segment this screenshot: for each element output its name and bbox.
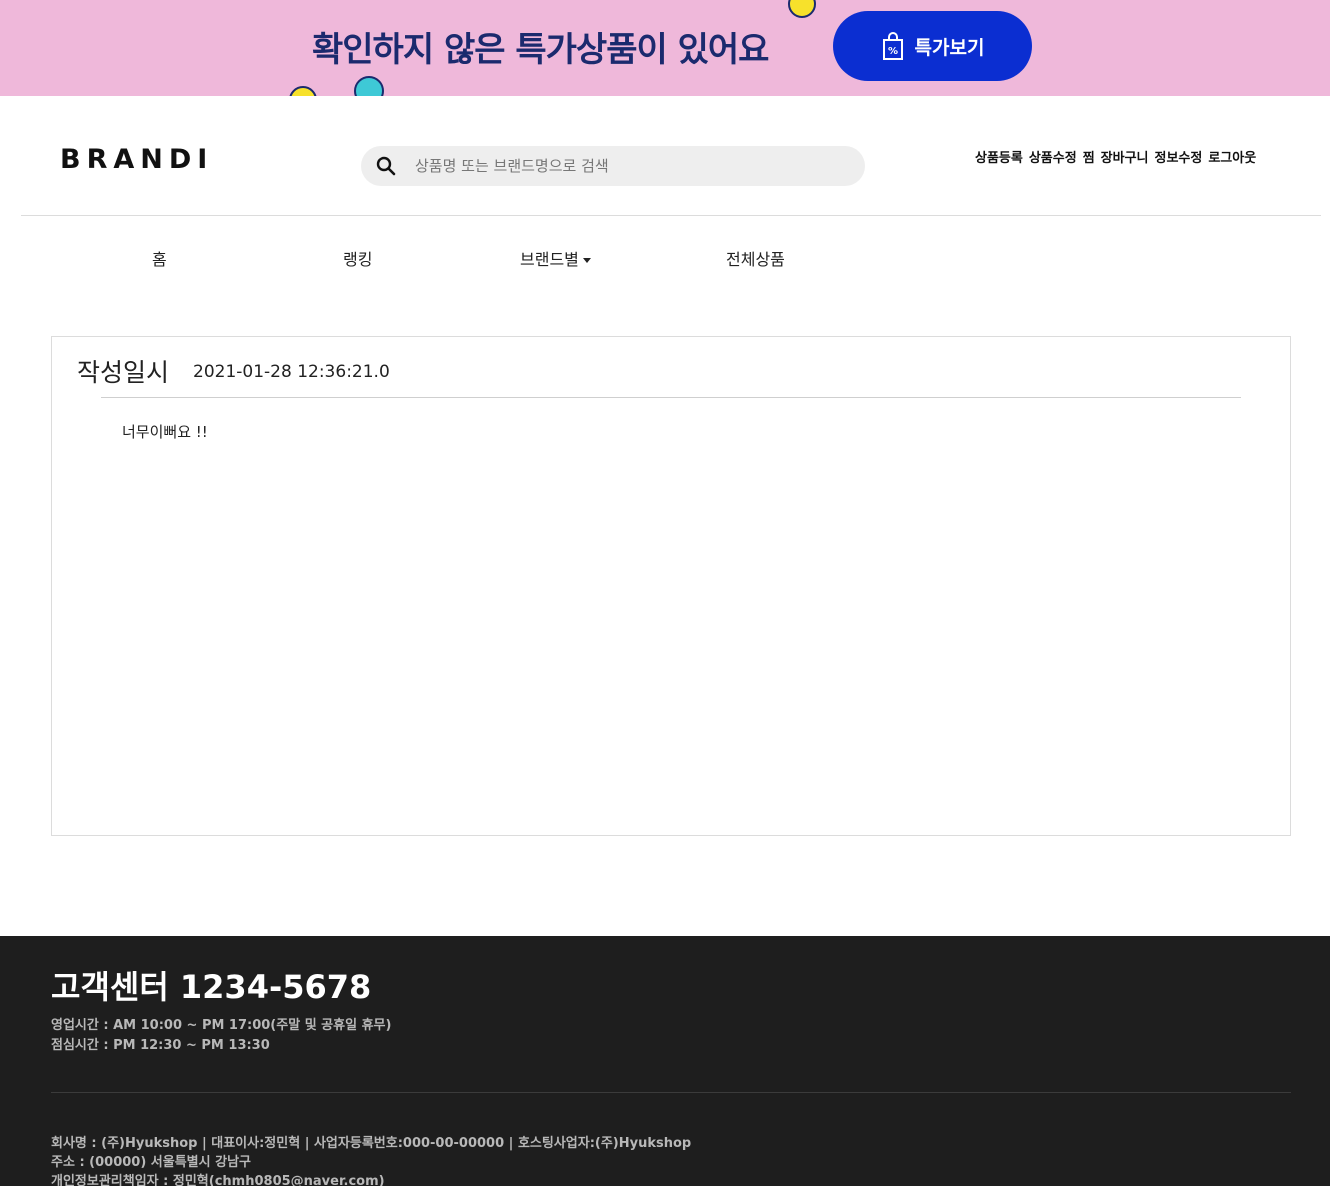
footer-divider: [51, 1092, 1291, 1093]
special-deal-button[interactable]: % 특가보기: [833, 11, 1032, 81]
search-input[interactable]: [415, 157, 835, 175]
caret-down-icon: [582, 258, 591, 263]
company-info-line: 회사명 : (주)Hyukshop | 대표이사:정민혁 | 사업자등록번호:0…: [51, 1136, 692, 1151]
menu-cart[interactable]: 장바구니: [1101, 147, 1149, 166]
review-card: 작성일시 2021-01-28 12:36:21.0 너무이뻐요 !!: [51, 336, 1291, 836]
nav-brand-dropdown[interactable]: 브랜드별: [520, 246, 591, 270]
review-content: 너무이뻐요 !!: [122, 423, 208, 441]
promo-banner[interactable]: 확인하지 않은 특가상품이 있어요 % 특가보기: [0, 0, 1330, 96]
business-hours: 영업시간 : AM 10:00 ~ PM 17:00(주말 및 공휴일 휴무) …: [51, 1016, 391, 1056]
menu-edit-product[interactable]: 상품수정: [1029, 147, 1077, 166]
menu-wishlist[interactable]: 찜: [1083, 147, 1095, 166]
svg-text:%: %: [888, 46, 898, 57]
search-icon[interactable]: [375, 155, 397, 177]
customer-center-title: 고객센터 1234-5678: [51, 968, 372, 1006]
user-menu: 상품등록 상품수정 찜 장바구니 정보수정 로그아웃: [975, 147, 1256, 166]
nav-all-products[interactable]: 전체상품: [726, 246, 785, 270]
nav-home[interactable]: 홈: [152, 246, 167, 270]
business-hours-line: 영업시간 : AM 10:00 ~ PM 17:00(주말 및 공휴일 휴무): [51, 1018, 392, 1033]
menu-edit-info[interactable]: 정보수정: [1155, 147, 1203, 166]
nav-ranking[interactable]: 랭킹: [343, 246, 372, 270]
smiley-sticker-icon: [354, 76, 384, 96]
banner-text: 확인하지 않은 특가상품이 있어요: [312, 30, 769, 70]
menu-logout[interactable]: 로그아웃: [1208, 147, 1256, 166]
smiley-sticker-icon: [289, 86, 317, 96]
lunch-hours-line: 점심시간 : PM 12:30 ~ PM 13:30: [51, 1038, 270, 1053]
header-divider: [21, 215, 1321, 216]
special-deal-label: 특가보기: [914, 36, 985, 59]
smiley-sticker-icon: [788, 0, 816, 18]
review-date-value: 2021-01-28 12:36:21.0: [193, 362, 390, 382]
nav-brand-label: 브랜드별: [520, 250, 579, 269]
search-bar[interactable]: [361, 146, 865, 186]
footer: 고객센터 1234-5678 영업시간 : AM 10:00 ~ PM 17:0…: [0, 936, 1330, 1186]
company-info: 회사명 : (주)Hyukshop | 대표이사:정민혁 | 사업자등록번호:0…: [51, 1134, 691, 1186]
brand-logo[interactable]: BRANDI: [60, 144, 213, 175]
shopping-bag-percent-icon: %: [882, 32, 903, 60]
privacy-officer-line: 개인정보관리책임자 : 정민혁(chmh0805@naver.com): [51, 1174, 385, 1186]
company-address-line: 주소 : (00000) 서울특별시 강남구: [51, 1155, 252, 1170]
review-divider: [101, 397, 1241, 398]
review-date-label: 작성일시: [77, 358, 170, 387]
menu-register-product[interactable]: 상품등록: [975, 147, 1023, 166]
